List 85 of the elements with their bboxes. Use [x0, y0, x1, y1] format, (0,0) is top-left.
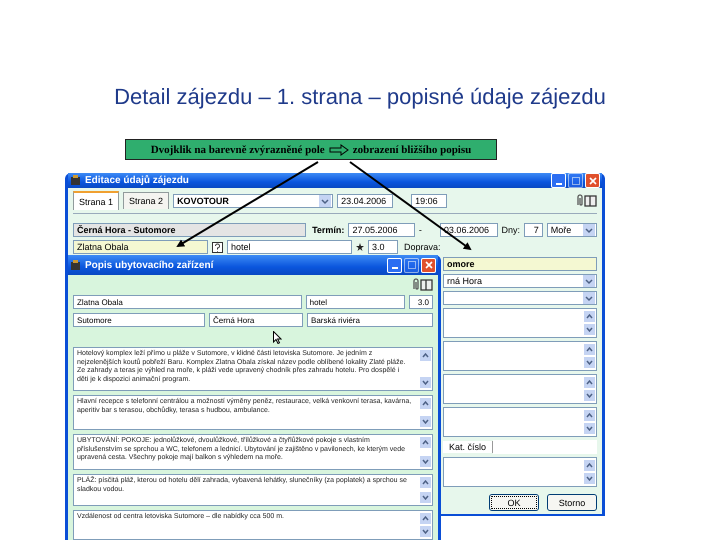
catalog-field[interactable]: [493, 440, 597, 454]
days-label: Dny:: [502, 225, 520, 235]
scroll-up-icon[interactable]: [584, 410, 595, 421]
scroll-up-icon[interactable]: [420, 477, 431, 488]
select-value: KOVOTOUR: [177, 196, 229, 206]
window-title: Editace údajů zájezdu: [85, 175, 189, 186]
transport-label: Doprava:: [404, 242, 441, 252]
scroll-down-icon[interactable]: [584, 324, 595, 335]
name-field[interactable]: Zlatna Obala: [73, 295, 302, 309]
empty-select[interactable]: [443, 291, 597, 305]
outline-arrow-icon: [328, 144, 349, 156]
minimize-button[interactable]: [551, 173, 566, 188]
days-field[interactable]: 7: [524, 223, 543, 237]
hotel-name-field[interactable]: Zlatna Obala: [73, 240, 208, 254]
scroll-up-icon[interactable]: [420, 350, 431, 361]
description-area[interactable]: [73, 347, 433, 391]
scroll-down-icon[interactable]: [420, 377, 431, 388]
region-field[interactable]: Barská riviéra: [307, 313, 433, 327]
date-to-field[interactable]: 03.06.2006: [440, 223, 498, 237]
scroll-up-icon[interactable]: [584, 344, 595, 355]
scroll-down-icon[interactable]: [420, 492, 431, 503]
paperclip-book-icon[interactable]: [575, 194, 597, 207]
scroll-down-icon[interactable]: [420, 416, 431, 427]
close-icon: [424, 261, 432, 269]
app-icon: [70, 260, 81, 270]
dialog-button[interactable]: Storno: [547, 494, 597, 511]
rating-field[interactable]: 3.0: [409, 295, 433, 309]
maximize-button[interactable]: [568, 173, 583, 188]
minimize-icon: [556, 182, 562, 184]
text-area[interactable]: [443, 341, 597, 371]
tab[interactable]: Strana 1: [73, 191, 120, 210]
scroll-down-icon[interactable]: [584, 390, 595, 401]
minimize-icon: [392, 267, 398, 269]
scroll-down-icon[interactable]: [584, 357, 595, 368]
destination-field[interactable]: Černá Hora - Sutomore: [73, 223, 306, 237]
scroll-up-icon[interactable]: [584, 311, 595, 322]
scroll-down-icon[interactable]: [420, 526, 431, 537]
maximize-icon: [408, 261, 416, 269]
close-button[interactable]: [421, 258, 436, 272]
agency-select[interactable]: KOVOTOUR: [173, 194, 334, 208]
maximize-button[interactable]: [404, 258, 419, 272]
star-icon: [356, 243, 364, 251]
close-icon: [588, 176, 596, 184]
text-area[interactable]: [443, 308, 597, 338]
description-area[interactable]: [73, 434, 433, 470]
country-select[interactable]: rná Hora: [443, 274, 597, 288]
mouse-cursor-icon: [273, 331, 282, 344]
paperclip-book-icon[interactable]: [411, 278, 433, 290]
minimize-button[interactable]: [387, 258, 402, 272]
close-button[interactable]: [585, 173, 600, 188]
term-label: Termín:: [312, 225, 344, 235]
resort-field[interactable]: omore: [443, 257, 597, 271]
scroll-down-icon[interactable]: [584, 473, 595, 484]
scroll-up-icon[interactable]: [584, 377, 595, 388]
text-area[interactable]: [443, 457, 597, 487]
rating-spinner[interactable]: 3.0: [368, 240, 398, 254]
scroll-up-icon[interactable]: [420, 437, 431, 448]
date-dash: -: [418, 225, 422, 235]
catalog-label: Kat. číslo: [443, 441, 494, 453]
text-area[interactable]: [443, 407, 597, 437]
scroll-down-icon[interactable]: [420, 456, 431, 467]
resort-field[interactable]: Sutomore: [73, 313, 205, 327]
window-title: Popis ubytovacího zařízení: [85, 260, 214, 270]
hint-text: zobrazení bližšího popisu: [352, 144, 472, 156]
scroll-down-icon[interactable]: [584, 423, 595, 434]
dialog-button[interactable]: OK: [489, 494, 539, 511]
maximize-icon: [572, 176, 580, 184]
time-field[interactable]: 19:06: [411, 194, 448, 208]
date-from-field[interactable]: 27.05.2006: [348, 223, 415, 237]
slide-title: Detail zájezdu – 1. strana – popisné údaje zájezdu: [113, 84, 607, 110]
hint-text: Dvojklik na barevně zvýrazněné pole: [150, 144, 325, 156]
scroll-up-icon[interactable]: [584, 460, 595, 471]
select-value: Moře: [550, 225, 572, 235]
tab[interactable]: Strana 2: [123, 192, 170, 209]
text-area[interactable]: [443, 374, 597, 404]
date-field[interactable]: 23.04.2006: [337, 194, 394, 208]
select-value: rná Hora: [447, 276, 482, 286]
trip-type-select[interactable]: Moře: [546, 223, 598, 237]
category-field[interactable]: hotel: [227, 240, 352, 254]
scroll-up-icon[interactable]: [420, 398, 431, 409]
scroll-up-icon[interactable]: [420, 513, 431, 524]
app-icon: [70, 175, 81, 186]
category-field[interactable]: hotel: [306, 295, 406, 309]
help-icon[interactable]: [212, 242, 223, 252]
country-field[interactable]: Černá Hora: [209, 313, 303, 327]
